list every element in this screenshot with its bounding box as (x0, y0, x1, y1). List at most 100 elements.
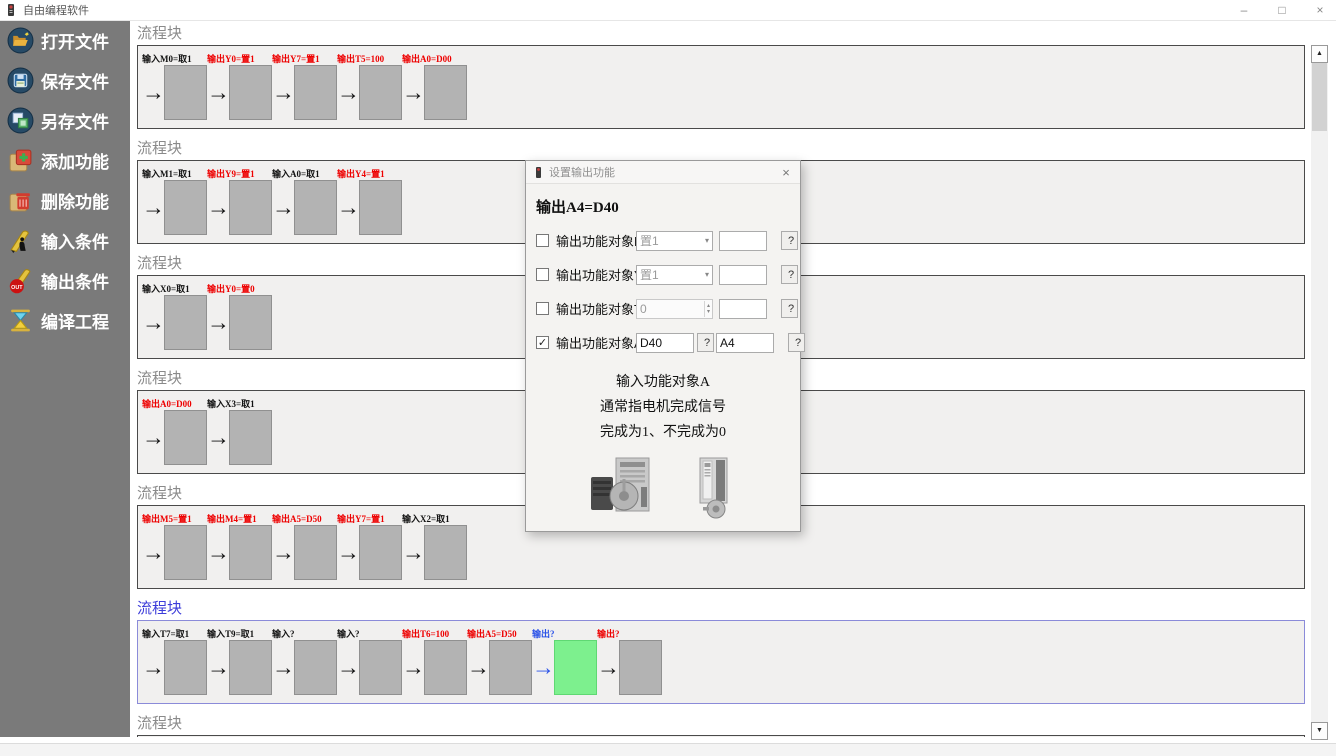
target-field[interactable] (716, 333, 774, 353)
sidebar-item-8[interactable]: 编译工程 (0, 300, 130, 340)
flow-block-container[interactable]: 输入T7=取1→输入T9=取1→输入?→输入?→输出T6=100→输出A5=D5… (137, 620, 1305, 704)
add-function-icon (7, 147, 35, 174)
flow-block-title: 流程块 (137, 715, 1305, 733)
scrollbar-thumb[interactable] (1312, 63, 1327, 131)
dialog-row-label: 输出功能对象M (556, 231, 636, 250)
help-button[interactable]: ? (781, 231, 798, 250)
arrow-icon: → (337, 64, 359, 120)
arrow-icon: → (467, 639, 489, 695)
flow-step-block[interactable] (424, 640, 467, 695)
sidebar-item-2[interactable]: 保存文件 (0, 60, 130, 100)
dialog-images (526, 457, 800, 524)
flow-step-block[interactable] (229, 410, 272, 465)
flow-step-block[interactable] (359, 180, 402, 235)
flow-step: 输出T5=100→ (337, 51, 402, 128)
flow-step-block[interactable] (294, 640, 337, 695)
scroll-up-icon[interactable]: ▲ (1311, 45, 1328, 63)
arrow-icon: → (207, 409, 229, 465)
flow-step-block[interactable] (359, 65, 402, 120)
flow-step-block[interactable] (359, 525, 402, 580)
flow-step-block[interactable] (229, 65, 272, 120)
flow-step: 输入A0=取1→ (272, 166, 337, 243)
sidebar-item-5[interactable]: 删除功能 (0, 180, 130, 220)
sidebar-item-4[interactable]: 添加功能 (0, 140, 130, 180)
dialog-close-icon[interactable]: × (779, 165, 793, 180)
flow-step-block[interactable] (294, 65, 337, 120)
flow-step-label: 输出Y9=置1 (207, 167, 255, 180)
flow-step-block[interactable] (424, 525, 467, 580)
help-button[interactable]: ? (781, 265, 798, 284)
flow-step-block[interactable] (164, 410, 207, 465)
flow-step-label: 输出Y7=置1 (272, 52, 320, 65)
checkbox[interactable] (536, 302, 549, 315)
dialog-info-line: 通常指电机完成信号 (526, 395, 800, 420)
dropdown-select[interactable]: 置1▾ (636, 265, 713, 285)
extra-field[interactable] (719, 265, 767, 285)
flow-step-block[interactable] (229, 640, 272, 695)
arrow-icon: → (402, 639, 424, 695)
dialog-row-label: 输出功能对象Y (556, 265, 636, 284)
dialog-row-3: 输出功能对象T0▴▾? (536, 297, 800, 320)
save-file-icon (7, 67, 35, 94)
flow-step: 输入M0=取1→ (142, 51, 207, 128)
flow-step-block[interactable] (294, 525, 337, 580)
flow-step-block[interactable] (359, 640, 402, 695)
arrow-icon: → (207, 179, 229, 235)
flow-step-block[interactable] (164, 295, 207, 350)
sidebar-item-7[interactable]: OUT输出条件 (0, 260, 130, 300)
value-field[interactable] (636, 333, 694, 353)
flow-step-label: 输入A0=取1 (272, 167, 320, 180)
flow-step-block[interactable] (554, 640, 597, 695)
window-bottom-strip (0, 743, 1336, 756)
minimize-button[interactable]: – (1236, 0, 1252, 20)
flow-step: 输入X0=取1→ (142, 281, 207, 358)
arrow-icon: → (207, 524, 229, 580)
arrow-icon: → (142, 179, 164, 235)
sidebar-item-3[interactable]: 另存文件 (0, 100, 130, 140)
arrow-icon: → (142, 524, 164, 580)
extra-field[interactable] (719, 231, 767, 251)
arrow-icon: → (272, 179, 294, 235)
dropdown-select[interactable]: 置1▾ (636, 231, 713, 251)
sidebar-item-6[interactable]: 输入条件 (0, 220, 130, 260)
flow-step-block[interactable] (424, 65, 467, 120)
vertical-scrollbar[interactable]: ▲ ▼ (1311, 45, 1328, 740)
flow-step-block[interactable] (164, 65, 207, 120)
flow-step-label: 输入T9=取1 (207, 627, 254, 640)
arrow-icon: → (272, 64, 294, 120)
checkbox[interactable] (536, 234, 549, 247)
maximize-button[interactable]: □ (1274, 0, 1290, 20)
output-condition-icon: OUT (7, 267, 35, 294)
checkbox[interactable]: ✓ (536, 336, 549, 349)
dialog-row-2: 输出功能对象Y置1▾? (536, 263, 800, 286)
flow-block-container[interactable]: 输入M0=取1→输出Y0=置1→输出Y7=置1→输出T5=100→输出A0=D0… (137, 45, 1305, 129)
flow-step-label: 输入? (337, 627, 360, 640)
flow-step-block[interactable] (229, 295, 272, 350)
help-button[interactable]: ? (697, 333, 714, 352)
flow-step-block[interactable] (619, 640, 662, 695)
sidebar-item-label: 删除功能 (41, 188, 109, 213)
help-button[interactable]: ? (781, 299, 798, 318)
spinner-arrows-icon[interactable]: ▴▾ (704, 301, 712, 317)
dialog-app-icon (533, 166, 544, 179)
close-button[interactable]: × (1312, 0, 1328, 20)
flow-step-label: 输出M4=置1 (207, 512, 257, 525)
flow-step-block[interactable] (489, 640, 532, 695)
help-button[interactable]: ? (788, 333, 805, 352)
flow-step-block[interactable] (164, 180, 207, 235)
flow-step-block[interactable] (294, 180, 337, 235)
flow-step-block[interactable] (164, 640, 207, 695)
flow-step: 输出?→ (597, 626, 662, 703)
flow-step-block[interactable] (229, 180, 272, 235)
sidebar-item-1[interactable]: 打开文件 (0, 20, 130, 60)
number-spinner[interactable]: 0▴▾ (636, 299, 713, 319)
flow-step-block[interactable] (164, 525, 207, 580)
flow-block-container[interactable] (137, 735, 1305, 737)
extra-field[interactable] (719, 299, 767, 319)
servo-drive-photo (691, 457, 737, 524)
scroll-down-icon[interactable]: ▼ (1311, 722, 1328, 740)
arrow-icon: → (207, 64, 229, 120)
checkbox[interactable] (536, 268, 549, 281)
sidebar-item-label: 编译工程 (41, 308, 109, 333)
flow-step-block[interactable] (229, 525, 272, 580)
